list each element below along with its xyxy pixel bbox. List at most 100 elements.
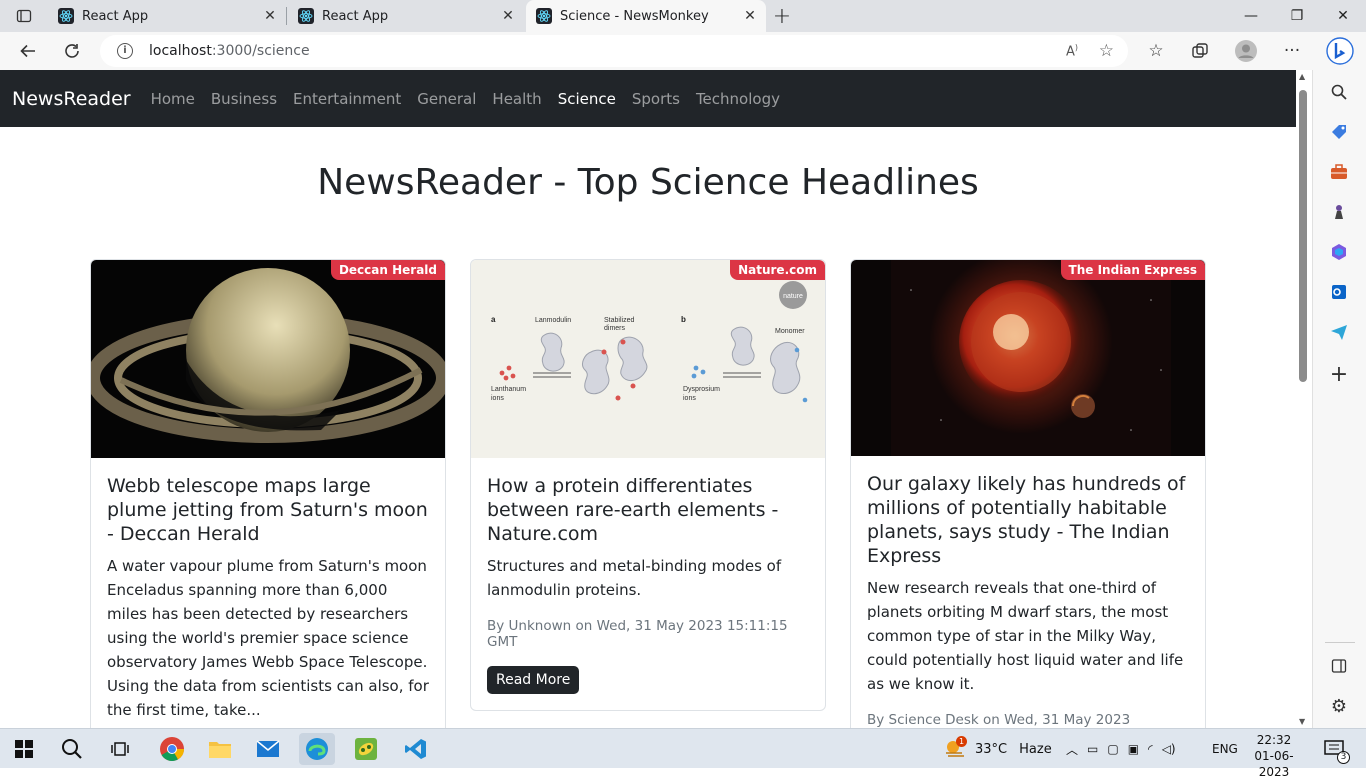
wifi-icon[interactable]: ◜ bbox=[1148, 742, 1153, 756]
file-explorer-icon[interactable] bbox=[202, 733, 238, 765]
address-bar[interactable]: i localhost:3000/science A) ☆ bbox=[100, 35, 1128, 67]
settings-gear-icon[interactable]: ⚙ bbox=[1327, 694, 1351, 718]
close-tab-icon[interactable]: ✕ bbox=[500, 8, 516, 24]
page-title: NewsReader - Top Science Headlines bbox=[317, 162, 979, 203]
figure-label: Stabilized bbox=[604, 317, 634, 324]
scroll-down-icon[interactable]: ▼ bbox=[1299, 717, 1305, 726]
add-favorite-icon[interactable]: ☆ bbox=[1099, 41, 1114, 61]
article-description: A water vapour plume from Saturn's moon … bbox=[107, 557, 429, 719]
clock[interactable]: 22:32 01-06-2023 bbox=[1248, 732, 1300, 780]
brand-link[interactable]: NewsReader bbox=[12, 88, 131, 110]
react-icon bbox=[536, 8, 552, 24]
tray-icons: ︿ ▭ ▢ ▣ ◜ ◁) bbox=[1066, 729, 1176, 769]
restore-button[interactable]: ❐ bbox=[1274, 0, 1320, 32]
edge-sidebar: + ⚙ bbox=[1312, 70, 1366, 728]
meet-now-icon[interactable]: ▣ bbox=[1128, 742, 1139, 756]
back-icon[interactable] bbox=[14, 37, 42, 65]
volume-icon[interactable]: ◁) bbox=[1162, 742, 1176, 756]
tab-separator bbox=[286, 7, 287, 25]
nav-link-general[interactable]: General bbox=[417, 90, 476, 108]
windows-taskbar: 1 33°C Haze ︿ ▭ ▢ ▣ ◜ ◁) ENG 22:32 01-06… bbox=[0, 728, 1366, 779]
figure-label: Lanmodulin bbox=[535, 317, 571, 324]
nav-link-science[interactable]: Science bbox=[558, 90, 616, 108]
nav-link-entertainment[interactable]: Entertainment bbox=[293, 90, 401, 108]
shopping-tag-icon[interactable] bbox=[1327, 120, 1351, 144]
news-card: Deccan Herald Webb telescope maps large … bbox=[90, 259, 446, 728]
nav-link-technology[interactable]: Technology bbox=[696, 90, 780, 108]
mail-icon[interactable] bbox=[250, 733, 286, 765]
app-green-icon[interactable] bbox=[348, 733, 384, 765]
outlook-icon[interactable] bbox=[1327, 280, 1351, 304]
read-more-button[interactable]: Read More bbox=[487, 666, 580, 694]
tab-react-app-2[interactable]: React App ✕ bbox=[288, 0, 524, 32]
page-scrollbar[interactable]: ▲ ▼ bbox=[1296, 70, 1312, 728]
notification-count: 3 bbox=[1337, 751, 1350, 764]
article-title: Webb telescope maps large plume jetting … bbox=[107, 475, 428, 545]
battery-icon[interactable]: ▭ bbox=[1087, 742, 1098, 756]
notification-center-icon[interactable]: 3 bbox=[1316, 733, 1352, 765]
more-options-icon[interactable]: ··· bbox=[1278, 37, 1306, 65]
profile-avatar[interactable] bbox=[1232, 37, 1260, 65]
site-info-icon[interactable]: i bbox=[117, 43, 133, 59]
tab-react-app-1[interactable]: React App ✕ bbox=[48, 0, 286, 32]
article-meta: By Science Desk on Wed, 31 May 2023 14:2… bbox=[867, 712, 1131, 728]
nav-link-home[interactable]: Home bbox=[151, 90, 195, 108]
tab-strip: React App ✕ React App ✕ Science - NewsMo… bbox=[0, 0, 1366, 32]
source-badge: Deccan Herald bbox=[330, 260, 445, 280]
close-window-button[interactable]: ✕ bbox=[1320, 0, 1366, 32]
source-badge: The Indian Express bbox=[1060, 260, 1205, 280]
minimize-button[interactable]: — bbox=[1228, 0, 1274, 32]
read-aloud-icon[interactable]: A) bbox=[1066, 43, 1078, 59]
tab-title: React App bbox=[82, 8, 149, 24]
scrollbar-thumb[interactable] bbox=[1299, 90, 1307, 382]
language-indicator[interactable]: ENG bbox=[1212, 729, 1238, 769]
favorites-icon[interactable]: ☆ bbox=[1142, 37, 1170, 65]
search-icon[interactable] bbox=[54, 733, 90, 765]
nav-link-sports[interactable]: Sports bbox=[632, 90, 680, 108]
nav-link-health[interactable]: Health bbox=[492, 90, 541, 108]
weather-condition: Haze bbox=[1019, 741, 1052, 757]
microsoft-365-icon[interactable] bbox=[1327, 240, 1351, 264]
weather-alert-badge: 1 bbox=[956, 735, 967, 747]
weather-widget[interactable]: 1 33°C Haze bbox=[944, 729, 1052, 769]
edge-icon[interactable] bbox=[299, 733, 335, 765]
clock-date: 01-06-2023 bbox=[1254, 749, 1294, 779]
figure-panel-b: b bbox=[681, 315, 686, 324]
scroll-up-icon[interactable]: ▲ bbox=[1299, 72, 1305, 81]
task-view-icon[interactable] bbox=[102, 733, 138, 765]
figure-panel-a: a bbox=[491, 315, 496, 324]
hide-sidebar-icon[interactable] bbox=[1327, 654, 1351, 678]
figure-label: Monomer bbox=[775, 328, 805, 335]
add-sidebar-item-icon[interactable]: + bbox=[1327, 362, 1351, 387]
article-title: How a protein differentiates between rar… bbox=[487, 475, 779, 545]
react-icon bbox=[58, 8, 74, 24]
sidebar-divider bbox=[1325, 642, 1355, 643]
article-image-protein-figure: nature a b Lanmodulin Stabilized dimers … bbox=[471, 260, 825, 458]
show-hidden-icons-chevron-icon[interactable]: ︿ bbox=[1066, 741, 1078, 758]
refresh-icon[interactable] bbox=[58, 37, 86, 65]
vscode-icon[interactable] bbox=[398, 733, 434, 765]
new-tab-button[interactable]: + bbox=[760, 0, 804, 32]
clock-time: 22:32 bbox=[1256, 733, 1292, 747]
start-button[interactable] bbox=[6, 733, 42, 765]
chrome-icon[interactable] bbox=[154, 733, 190, 765]
source-badge: Nature.com bbox=[730, 260, 825, 280]
tab-actions-icon[interactable] bbox=[10, 2, 38, 30]
figure-label: ions bbox=[491, 395, 504, 402]
article-meta: By Unknown on Wed, 31 May 2023 15:11:15 … bbox=[487, 618, 788, 650]
url-text: localhost:3000/science bbox=[149, 43, 310, 59]
search-icon[interactable] bbox=[1327, 80, 1351, 104]
games-chess-icon[interactable] bbox=[1327, 200, 1351, 224]
tab-science-newsmonkey[interactable]: Science - NewsMonkey ✕ bbox=[526, 0, 766, 32]
react-icon bbox=[298, 8, 314, 24]
close-tab-icon[interactable]: ✕ bbox=[742, 8, 758, 24]
device-icon[interactable]: ▢ bbox=[1107, 742, 1118, 756]
close-tab-icon[interactable]: ✕ bbox=[262, 8, 278, 24]
collections-icon[interactable] bbox=[1186, 37, 1214, 65]
telegram-send-icon[interactable] bbox=[1327, 320, 1351, 344]
figure-label: Lanthanum bbox=[491, 386, 526, 393]
nav-link-business[interactable]: Business bbox=[211, 90, 277, 108]
bing-chat-icon[interactable] bbox=[1324, 35, 1356, 67]
article-title: Our galaxy likely has hundreds of millio… bbox=[867, 473, 1186, 567]
tools-briefcase-icon[interactable] bbox=[1327, 160, 1351, 184]
